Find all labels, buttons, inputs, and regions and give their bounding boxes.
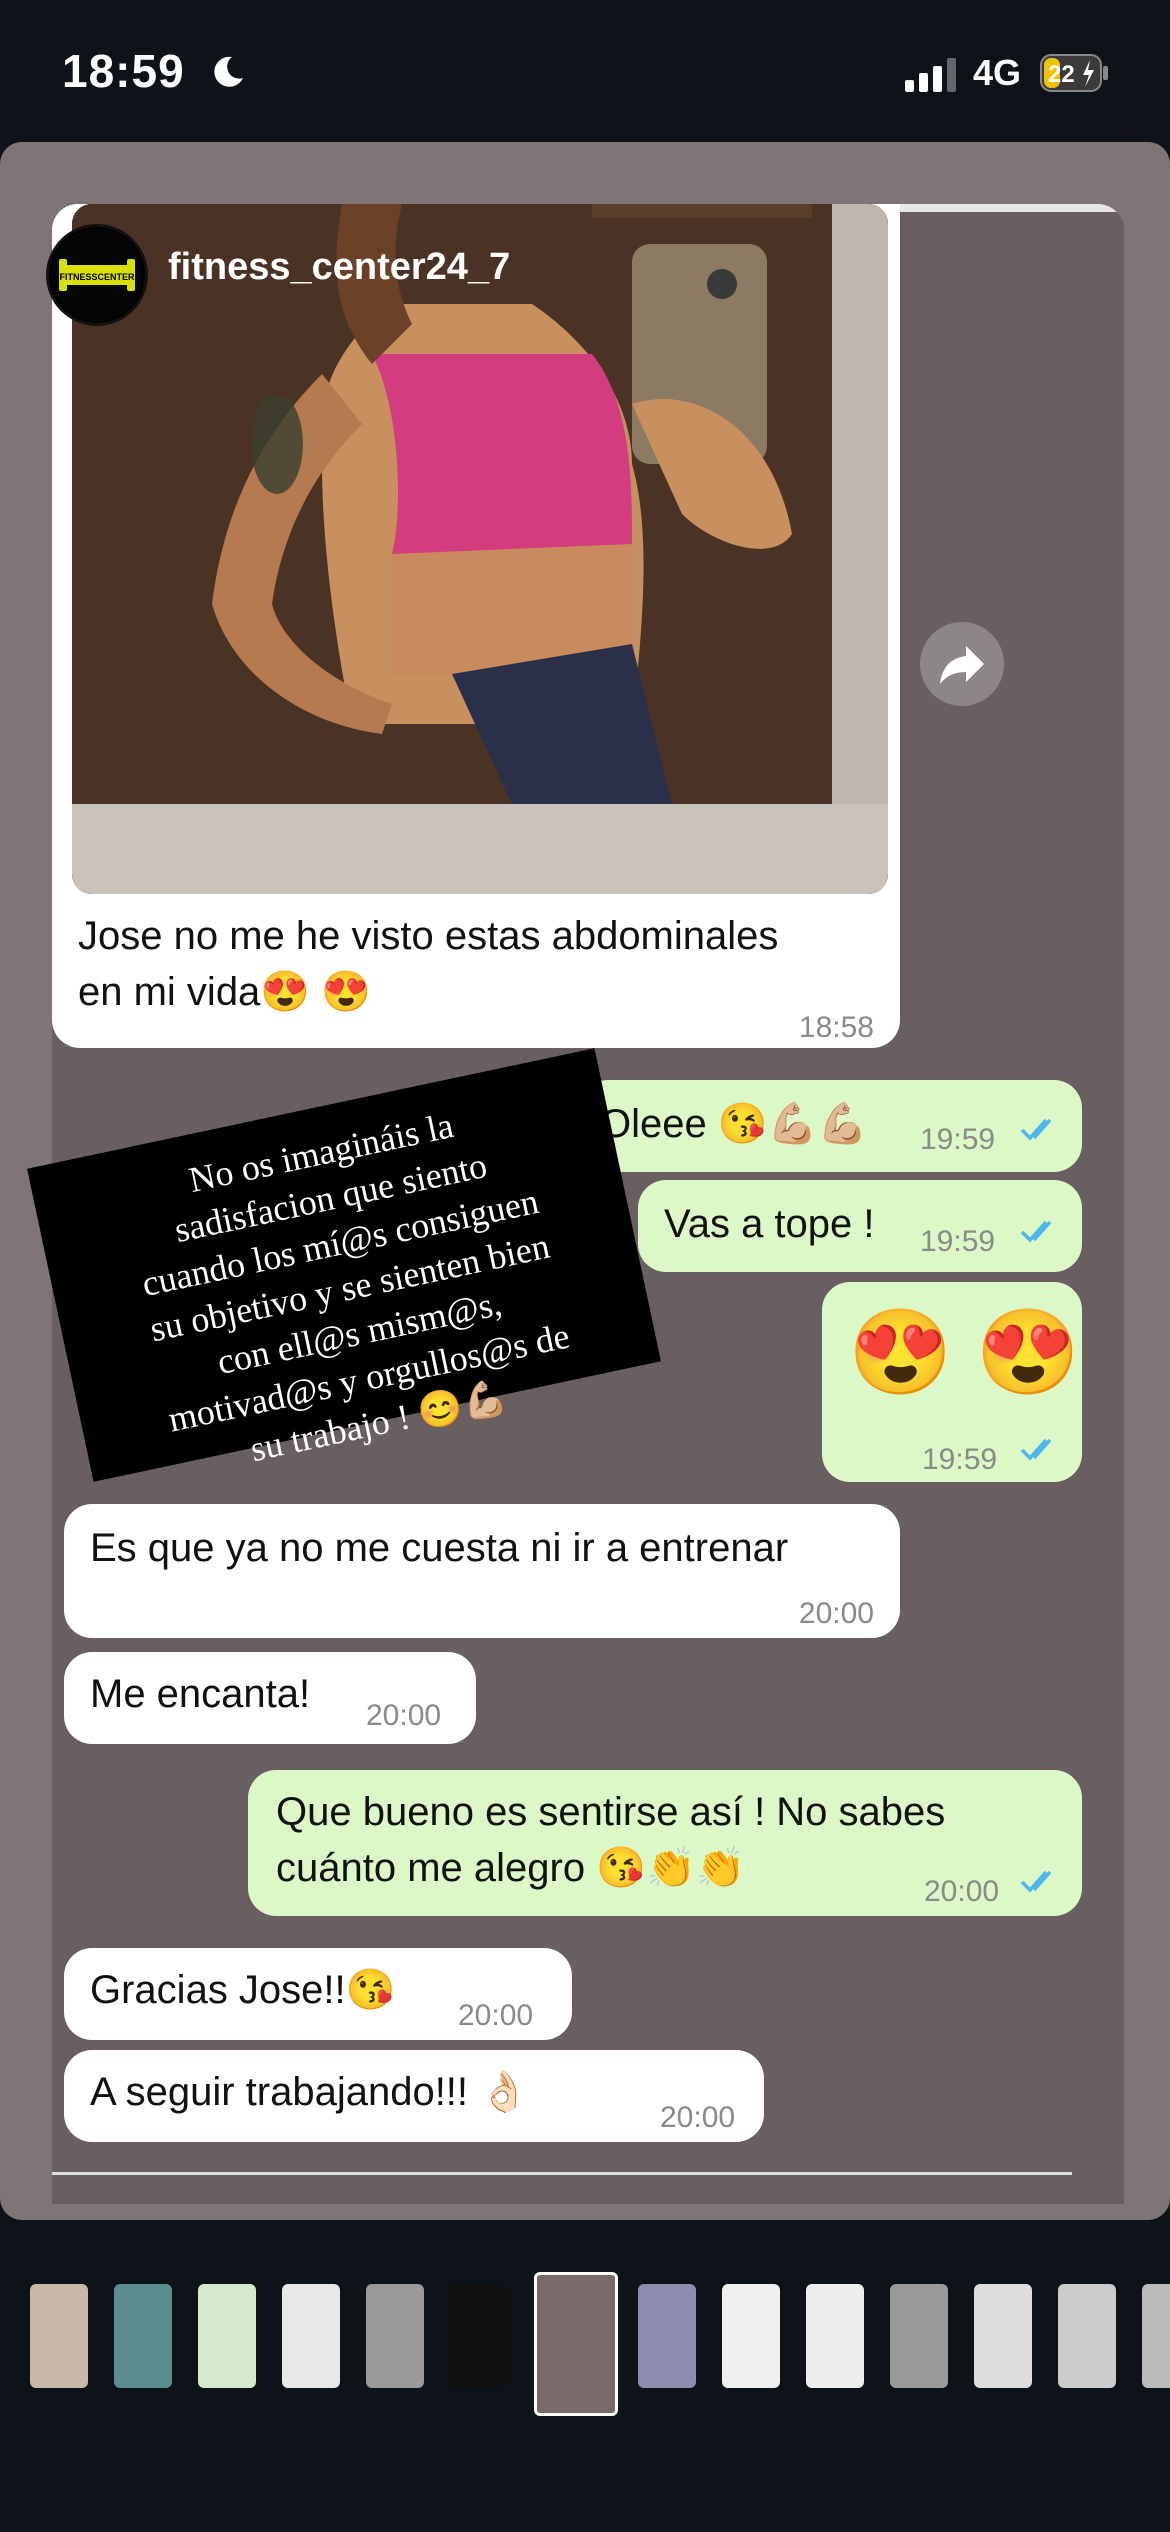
story-thumbnail[interactable] [30,2284,88,2388]
message-time: 18:58 [798,1011,874,1044]
signal-icon [905,58,956,92]
message-time: 19:59 [922,1443,998,1476]
double-check-icon [1020,1870,1052,1893]
status-bar: 18:59 4G 22 [0,0,1170,140]
share-button[interactable] [920,622,1004,706]
story-thumbnail[interactable] [638,2284,696,2388]
incoming-bubble: Es que ya no me cuesta ni ir a entrenar … [64,1504,900,1638]
message-text: Me encanta! [90,1672,311,1716]
story-thumbnail[interactable] [974,2284,1032,2388]
message-line: en mi vida😍 😍 [78,970,372,1014]
outgoing-bubble: 😍 😍 19:59 [822,1282,1082,1482]
avatar-logo-text: FITNESSCENTER [59,272,135,282]
story-thumbnail[interactable] [1058,2284,1116,2388]
message-text: Que bueno es sentirse así ! No sabes cuá… [276,1784,945,1896]
highlight-thumbnail-strip [0,2270,1170,2420]
story-thumbnail[interactable] [806,2284,864,2388]
battery-level: 22 [1048,61,1075,88]
message-time: 20:00 [366,1699,442,1732]
chat-bottom-divider [52,2172,1072,2175]
battery-icon: 22 [1040,54,1108,92]
message-time: 20:00 [458,1999,534,2032]
message-text: Gracias Jose!!😘 [90,1968,396,2012]
story-thumbnail[interactable] [282,2284,340,2388]
message-time: 19:59 [920,1225,996,1258]
account-avatar[interactable]: FITNESSCENTER [46,224,148,326]
story-thumbnail[interactable] [722,2284,780,2388]
share-icon [940,646,984,684]
message-time: 20:00 [660,2101,736,2134]
incoming-bubble: A seguir trabajando!!! 👌🏻 20:00 [64,2050,764,2142]
incoming-bubble: Me encanta! 20:00 [64,1652,476,1744]
double-check-icon [1020,1118,1052,1141]
double-check-icon [1020,1220,1052,1243]
account-name[interactable]: fitness_center24_7 [168,246,510,289]
message-line: cuánto me alegro 😘👏👏 [276,1846,746,1890]
story-thumbnail[interactable] [450,2284,508,2388]
outgoing-bubble: Vas a tope ! 19:59 [638,1180,1082,1272]
message-line: Que bueno es sentirse así ! No sabes [276,1790,946,1834]
outgoing-bubble: Oleee 😘💪🏼💪🏼 19:59 [580,1080,1082,1172]
mirror-selfie-photo [72,204,888,894]
story-thumbnail[interactable] [366,2284,424,2388]
message-text: Es que ya no me cuesta ni ir a entrenar [90,1526,789,1570]
outgoing-bubble: Que bueno es sentirse así ! No sabes cuá… [248,1770,1082,1916]
story-thumbnail[interactable] [198,2284,256,2388]
incoming-bubble: Gracias Jose!!😘 20:00 [64,1948,572,2040]
story-thumbnail[interactable] [114,2284,172,2388]
moon-icon [214,56,243,87]
message-time: 20:00 [924,1875,1000,1908]
network-type: 4G [973,52,1022,93]
story-thumbnail[interactable] [1142,2284,1170,2388]
story-thumbnail[interactable] [534,2272,618,2416]
story-thumbnail[interactable] [890,2284,948,2388]
message-time: 19:59 [920,1123,996,1156]
message-text: Oleee 😘💪🏼💪🏼 [600,1102,868,1146]
message-text: 😍 😍 [848,1305,1081,1399]
message-text: A seguir trabajando!!! 👌🏻 [90,2070,529,2114]
fitness-logo-icon: FITNESSCENTER [51,229,143,321]
clock-time: 18:59 [62,45,185,97]
message-line: Jose no me he visto estas abdominales [78,914,779,958]
photo-image [72,204,888,894]
incoming-photo-bubble: Jose no me he visto estas abdominales en… [52,204,900,1048]
message-text: Vas a tope ! [664,1202,875,1246]
double-check-icon [1020,1438,1052,1461]
message-time: 20:00 [798,1597,874,1630]
message-text: Jose no me he visto estas abdominales en… [78,908,778,1020]
